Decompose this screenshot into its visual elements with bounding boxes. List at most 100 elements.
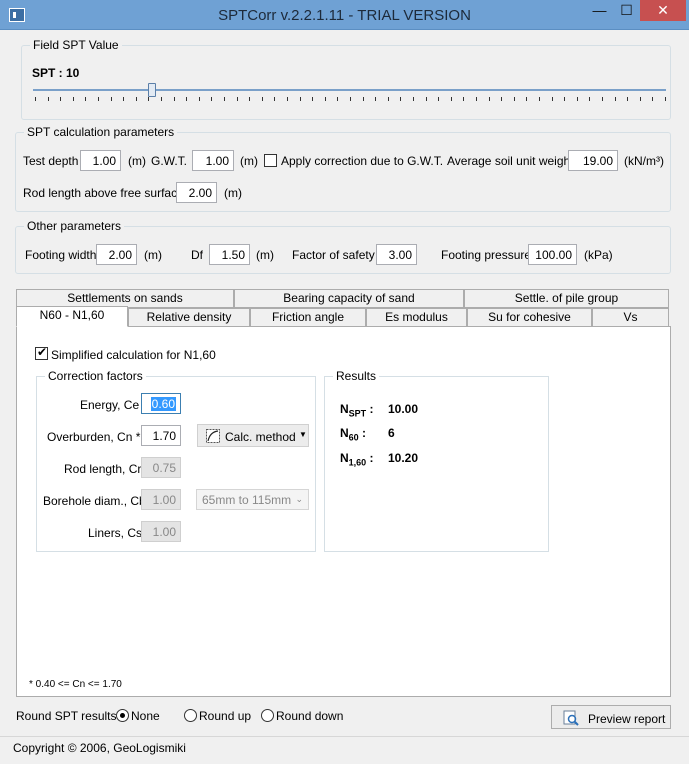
footing-pressure-unit: (kPa) bbox=[584, 248, 613, 262]
round-spt-label: Round SPT results : bbox=[16, 709, 124, 723]
footing-width-unit: (m) bbox=[144, 248, 162, 262]
spt-params-group-title: SPT calculation parameters bbox=[24, 125, 178, 139]
footing-width-input[interactable]: 2.00 bbox=[96, 244, 137, 265]
tab-n60-n160[interactable]: N60 - N1,60 bbox=[16, 306, 128, 327]
n60-label: N60 : bbox=[340, 426, 367, 443]
dropdown-arrow-icon: ▼ bbox=[299, 430, 307, 439]
cn-range-footnote: * 0.40 <= Cn <= 1.70 bbox=[29, 679, 122, 690]
footing-width-label: Footing width bbox=[25, 248, 97, 262]
df-input[interactable]: 1.50 bbox=[209, 244, 250, 265]
slider-tick bbox=[60, 97, 62, 101]
simplified-calc-checkbox[interactable] bbox=[35, 345, 48, 360]
slider-tick bbox=[652, 97, 654, 101]
tab-friction-angle[interactable]: Friction angle bbox=[250, 308, 366, 327]
round-down-radio[interactable] bbox=[261, 709, 274, 722]
spt-params-group: SPT calculation parameters bbox=[15, 125, 671, 212]
test-depth-input[interactable]: 1.00 bbox=[80, 150, 121, 171]
borehole-diam-label: Borehole diam., Cb bbox=[43, 494, 146, 508]
slider-tick bbox=[72, 97, 74, 101]
calc-method-button[interactable]: Calc. method ▼ bbox=[197, 424, 309, 447]
slider-tick bbox=[639, 97, 641, 101]
gwt-input[interactable]: 1.00 bbox=[192, 150, 234, 171]
rod-length-above-label: Rod length above free surface bbox=[23, 186, 184, 200]
factor-of-safety-label: Factor of safety bbox=[292, 248, 375, 262]
slider-tick bbox=[337, 97, 339, 101]
spt-slider-thumb[interactable] bbox=[148, 83, 156, 97]
close-button[interactable]: ✕ bbox=[640, 0, 686, 21]
chevron-down-icon: ⌄ bbox=[295, 494, 303, 504]
slider-tick bbox=[450, 97, 452, 101]
preview-report-label: Preview report bbox=[588, 712, 666, 726]
other-params-group-title: Other parameters bbox=[24, 219, 125, 233]
avg-unit-weight-input[interactable]: 19.00 bbox=[568, 150, 618, 171]
avg-unit-weight-label: Average soil unit weight bbox=[447, 154, 574, 168]
slider-tick bbox=[564, 97, 566, 101]
tab-vs[interactable]: Vs bbox=[592, 308, 669, 327]
slider-tick bbox=[173, 97, 175, 101]
slider-tick bbox=[438, 97, 440, 101]
rod-length-above-input[interactable]: 2.00 bbox=[176, 182, 217, 203]
slider-tick bbox=[501, 97, 503, 101]
nspt-label: NSPT : bbox=[340, 402, 374, 419]
slider-tick bbox=[362, 97, 364, 101]
slider-tick bbox=[135, 97, 137, 101]
slider-tick bbox=[627, 97, 629, 101]
n160-label: N1,60 : bbox=[340, 451, 374, 468]
footing-pressure-input[interactable]: 100.00 bbox=[528, 244, 577, 265]
slider-tick bbox=[400, 97, 402, 101]
calc-method-label: Calc. method bbox=[225, 430, 296, 444]
energy-value-selected: 0.60 bbox=[150, 397, 176, 411]
round-up-radio[interactable] bbox=[184, 709, 197, 722]
factor-of-safety-input[interactable]: 3.00 bbox=[376, 244, 417, 265]
slider-tick bbox=[299, 97, 301, 101]
title-bar: SPTCorr v.2.2.1.11 - TRIAL VERSION — ☐ ✕ bbox=[0, 0, 689, 30]
spt-slider-track[interactable] bbox=[33, 89, 666, 91]
tab-relative-density[interactable]: Relative density bbox=[128, 308, 250, 327]
n60-value: 6 bbox=[388, 426, 395, 440]
simplified-calc-label: Simplified calculation for N1,60 bbox=[51, 348, 216, 362]
slider-tick bbox=[110, 97, 112, 101]
copyright-text: Copyright © 2006, GeoLogismiki bbox=[13, 741, 186, 755]
round-none-radio[interactable] bbox=[116, 709, 129, 722]
status-bar-divider bbox=[0, 736, 689, 737]
slider-tick bbox=[161, 97, 162, 101]
field-spt-group-title: Field SPT Value bbox=[30, 38, 122, 52]
rod-length-cr-label: Rod length, Cr bbox=[64, 462, 142, 476]
energy-input[interactable]: 0.60 bbox=[141, 393, 181, 414]
slider-tick bbox=[513, 97, 515, 101]
spt-value-label: SPT : 10 bbox=[32, 66, 80, 80]
slider-tick bbox=[287, 97, 288, 101]
slider-tick bbox=[576, 97, 578, 101]
overburden-input[interactable]: 1.70 bbox=[141, 425, 181, 446]
slider-tick bbox=[413, 97, 414, 101]
slider-tick bbox=[425, 97, 427, 101]
minimize-button[interactable]: — bbox=[586, 0, 613, 21]
tab-bearing-capacity-of-sand[interactable]: Bearing capacity of sand bbox=[234, 289, 464, 308]
tab-settle-of-pile-group[interactable]: Settle. of pile group bbox=[464, 289, 669, 308]
apply-correction-label: Apply correction due to G.W.T. bbox=[281, 154, 444, 168]
preview-report-button[interactable]: Preview report bbox=[551, 705, 671, 729]
slider-tick bbox=[350, 97, 351, 101]
slider-tick bbox=[324, 97, 326, 101]
slider-tick bbox=[539, 97, 540, 101]
rod-length-cr-input: 0.75 bbox=[141, 457, 181, 478]
tab-su-for-cohesive[interactable]: Su for cohesive bbox=[467, 308, 592, 327]
maximize-button[interactable]: ☐ bbox=[613, 0, 640, 21]
test-depth-label: Test depth bbox=[23, 154, 79, 168]
apply-correction-checkbox[interactable] bbox=[264, 154, 277, 167]
correction-factors-group-title: Correction factors bbox=[45, 369, 146, 383]
slider-tick bbox=[47, 97, 49, 101]
liners-input: 1.00 bbox=[141, 521, 181, 542]
slider-tick bbox=[488, 97, 490, 101]
round-down-label: Round down bbox=[276, 709, 344, 723]
slider-tick bbox=[665, 97, 666, 101]
energy-label: Energy, Ce bbox=[80, 398, 140, 412]
tab-es-modulus[interactable]: Es modulus bbox=[366, 308, 467, 327]
slider-tick bbox=[261, 97, 263, 101]
gwt-unit: (m) bbox=[240, 154, 258, 168]
borehole-diam-select: 65mm to 115mm ⌄ bbox=[196, 489, 309, 510]
test-depth-unit: (m) bbox=[128, 154, 146, 168]
df-label: Df bbox=[191, 248, 203, 262]
gwt-label: G.W.T. bbox=[151, 154, 187, 168]
slider-tick bbox=[211, 97, 213, 101]
